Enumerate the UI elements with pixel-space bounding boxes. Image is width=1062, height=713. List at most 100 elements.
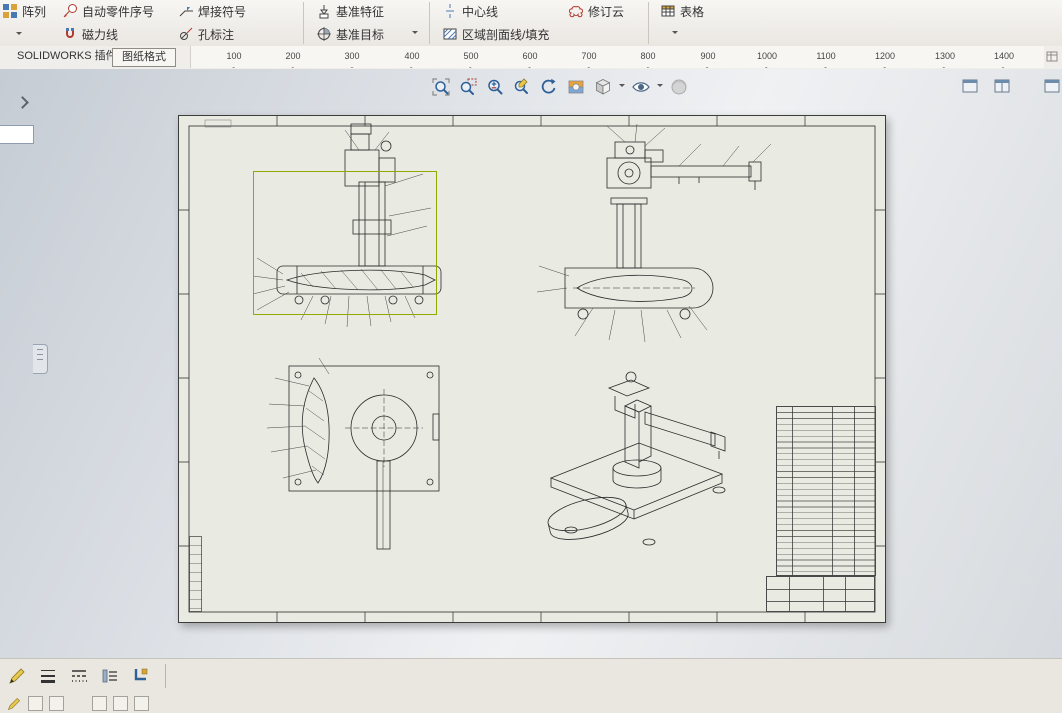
button-label: 区域剖面线/填充 bbox=[462, 27, 550, 42]
ruler-tick: 1400 bbox=[993, 51, 1015, 61]
ruler-tick: 900 bbox=[700, 51, 716, 61]
auto-balloon-icon bbox=[62, 3, 78, 19]
auto-balloon-button[interactable]: 自动零件序号 bbox=[58, 1, 158, 21]
leader-lines bbox=[536, 123, 772, 343]
partial-toolbar-icon[interactable] bbox=[134, 696, 149, 711]
graphics-area[interactable] bbox=[0, 69, 1062, 658]
button-label: 焊接符号 bbox=[198, 4, 247, 19]
hole-callout-button[interactable]: 孔标注 bbox=[174, 24, 238, 44]
hide-show-edges-button[interactable] bbox=[99, 665, 121, 687]
zoom-to-selection-button[interactable] bbox=[511, 77, 533, 97]
isometric-view[interactable] bbox=[545, 371, 726, 546]
dropdown-arrow-icon[interactable] bbox=[672, 31, 678, 37]
panel-expand-arrow[interactable] bbox=[14, 93, 30, 111]
partial-toolbar bbox=[6, 696, 149, 712]
revision-cloud-button[interactable]: 修订云 bbox=[564, 1, 628, 21]
datum-target-button[interactable]: 基准目标 bbox=[312, 24, 388, 44]
partial-toolbar-icon[interactable] bbox=[28, 696, 43, 711]
hole-callout-icon bbox=[178, 26, 194, 42]
bottom-toolbar-area bbox=[0, 658, 1062, 713]
partial-toolbar-icon[interactable] bbox=[92, 696, 107, 711]
pencil-icon bbox=[7, 697, 21, 711]
line-thickness-icon bbox=[41, 670, 55, 683]
pane-maximize-icon[interactable] bbox=[1044, 79, 1060, 93]
table-column-line bbox=[792, 407, 793, 575]
split-pane-vertical-icon[interactable] bbox=[994, 79, 1010, 93]
button-label: 磁力线 bbox=[82, 27, 119, 42]
table-column-line bbox=[854, 407, 855, 575]
display-style-icon bbox=[595, 79, 611, 95]
drawing-sheet[interactable] bbox=[178, 115, 886, 623]
partial-toolbar-icon[interactable] bbox=[113, 696, 128, 711]
bom-table[interactable] bbox=[776, 406, 876, 576]
datum-feature-button[interactable]: 基准特征 bbox=[312, 1, 388, 21]
tab-sheet-format[interactable]: 图纸格式 bbox=[112, 48, 176, 67]
centerline-button[interactable]: 中心线 bbox=[438, 1, 502, 21]
table-icon bbox=[660, 3, 676, 19]
pattern-button[interactable]: 阵列 bbox=[0, 1, 50, 21]
display-style-button[interactable] bbox=[592, 77, 614, 97]
datum-target-icon bbox=[316, 26, 332, 42]
front-section-view[interactable] bbox=[252, 123, 442, 328]
ruler-tick: 200 bbox=[285, 51, 301, 61]
chevron-right-icon bbox=[15, 95, 29, 109]
rotate-view-button[interactable] bbox=[538, 77, 560, 97]
view-heads-up-toolbar bbox=[430, 77, 690, 97]
ruler-tick: 500 bbox=[463, 51, 479, 61]
pane-controls bbox=[962, 79, 1010, 93]
line-style-button[interactable] bbox=[68, 665, 90, 687]
weld-symbol-button[interactable]: 焊接符号 bbox=[174, 1, 250, 21]
zoom-in-out-icon bbox=[488, 79, 503, 95]
sketch-tool-button[interactable] bbox=[6, 696, 22, 712]
ruler-tick: 1300 bbox=[934, 51, 956, 61]
collapsed-panel-tab[interactable] bbox=[33, 344, 48, 374]
magnetic-line-button[interactable]: 磁力线 bbox=[58, 24, 122, 44]
command-tab-bar: SOLIDWORKS 插件 图纸格式 100 200 300 400 500 6… bbox=[0, 46, 1062, 70]
magnetic-line-icon bbox=[62, 26, 78, 42]
zoom-area-button[interactable] bbox=[457, 77, 479, 97]
ruler-tick: 700 bbox=[581, 51, 597, 61]
ruler-tick: 1200 bbox=[874, 51, 896, 61]
area-hatch-button[interactable]: 区域剖面线/填充 bbox=[438, 24, 553, 44]
tables-button[interactable]: 表格 bbox=[656, 1, 708, 21]
weld-symbol-icon bbox=[178, 3, 194, 19]
title-block[interactable] bbox=[766, 576, 875, 612]
zoom-area-icon bbox=[460, 78, 477, 95]
ruler-tick: 100 bbox=[226, 51, 242, 61]
dropdown-arrow-icon[interactable] bbox=[16, 32, 22, 38]
dropdown-arrow-icon[interactable] bbox=[412, 31, 418, 37]
side-view[interactable] bbox=[536, 123, 772, 343]
line-thickness-button[interactable] bbox=[37, 665, 59, 687]
tab-solidworks-addins[interactable]: SOLIDWORKS 插件 bbox=[8, 48, 126, 65]
area-hatch-icon bbox=[442, 26, 458, 42]
toolbar-separator bbox=[165, 664, 166, 688]
table-column-line bbox=[832, 407, 833, 575]
button-label: 基准目标 bbox=[336, 27, 385, 42]
apply-scene-icon bbox=[568, 80, 584, 94]
collapsed-panel-field[interactable] bbox=[0, 125, 34, 144]
dropdown-arrow-icon[interactable] bbox=[619, 84, 625, 90]
rotate-view-icon bbox=[541, 78, 556, 94]
line-format-button[interactable] bbox=[6, 665, 28, 687]
top-view[interactable] bbox=[266, 357, 440, 550]
hide-show-edges-icon bbox=[102, 669, 117, 683]
apply-scene-button[interactable] bbox=[565, 77, 587, 97]
dropdown-arrow-icon[interactable] bbox=[657, 84, 663, 90]
partial-toolbar-icon[interactable] bbox=[49, 696, 64, 711]
sheet-inner-frame bbox=[188, 125, 876, 613]
view-settings-button[interactable] bbox=[668, 77, 690, 97]
zoom-to-fit-button[interactable] bbox=[430, 77, 452, 97]
split-pane-icon[interactable] bbox=[962, 79, 978, 93]
ribbon-separator bbox=[648, 2, 649, 44]
ruler-options-icon[interactable] bbox=[1046, 50, 1060, 64]
view-settings-icon bbox=[671, 79, 687, 95]
layer-icon bbox=[134, 668, 148, 681]
revision-cloud-icon bbox=[568, 3, 584, 19]
line-style-icon bbox=[72, 670, 87, 682]
layer-button[interactable] bbox=[130, 665, 152, 687]
button-label: 孔标注 bbox=[198, 27, 235, 42]
zoom-in-out-button[interactable] bbox=[484, 77, 506, 97]
hide-show-items-button[interactable] bbox=[630, 77, 652, 97]
pattern-icon bbox=[2, 3, 18, 19]
revision-strip bbox=[189, 536, 202, 612]
